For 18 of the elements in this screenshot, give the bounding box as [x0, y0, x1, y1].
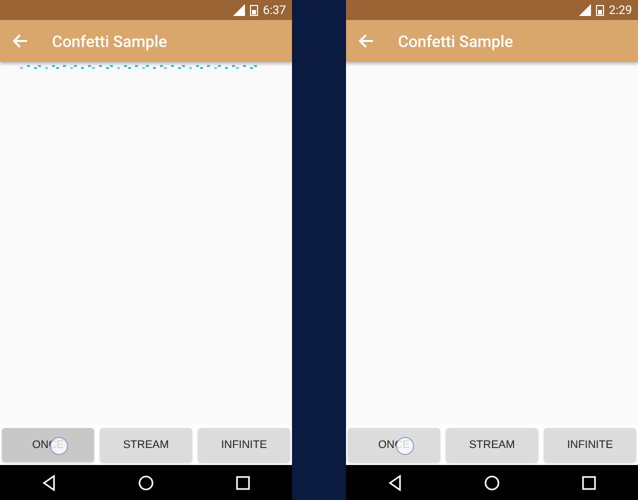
mode-button[interactable]: INFINITE — [544, 428, 636, 462]
back-icon[interactable] — [40, 474, 57, 490]
home-icon[interactable] — [138, 474, 154, 490]
signal-icon — [578, 4, 591, 16]
app-title: Confetti Sample — [398, 32, 514, 50]
battery-icon — [596, 4, 604, 16]
mode-button[interactable]: INFINITE — [198, 428, 290, 462]
app-title: Confetti Sample — [52, 32, 168, 50]
status-time: 2:29 — [608, 3, 632, 17]
mode-button[interactable]: STREAM — [446, 428, 538, 462]
battery-icon — [250, 4, 258, 16]
mode-button[interactable]: STREAM — [100, 428, 192, 462]
recents-icon[interactable] — [581, 474, 598, 490]
signal-icon — [232, 4, 245, 16]
back-icon[interactable] — [386, 474, 403, 490]
home-icon[interactable] — [484, 474, 500, 490]
status-time: 6:37 — [262, 3, 286, 17]
recents-icon[interactable] — [235, 474, 252, 490]
